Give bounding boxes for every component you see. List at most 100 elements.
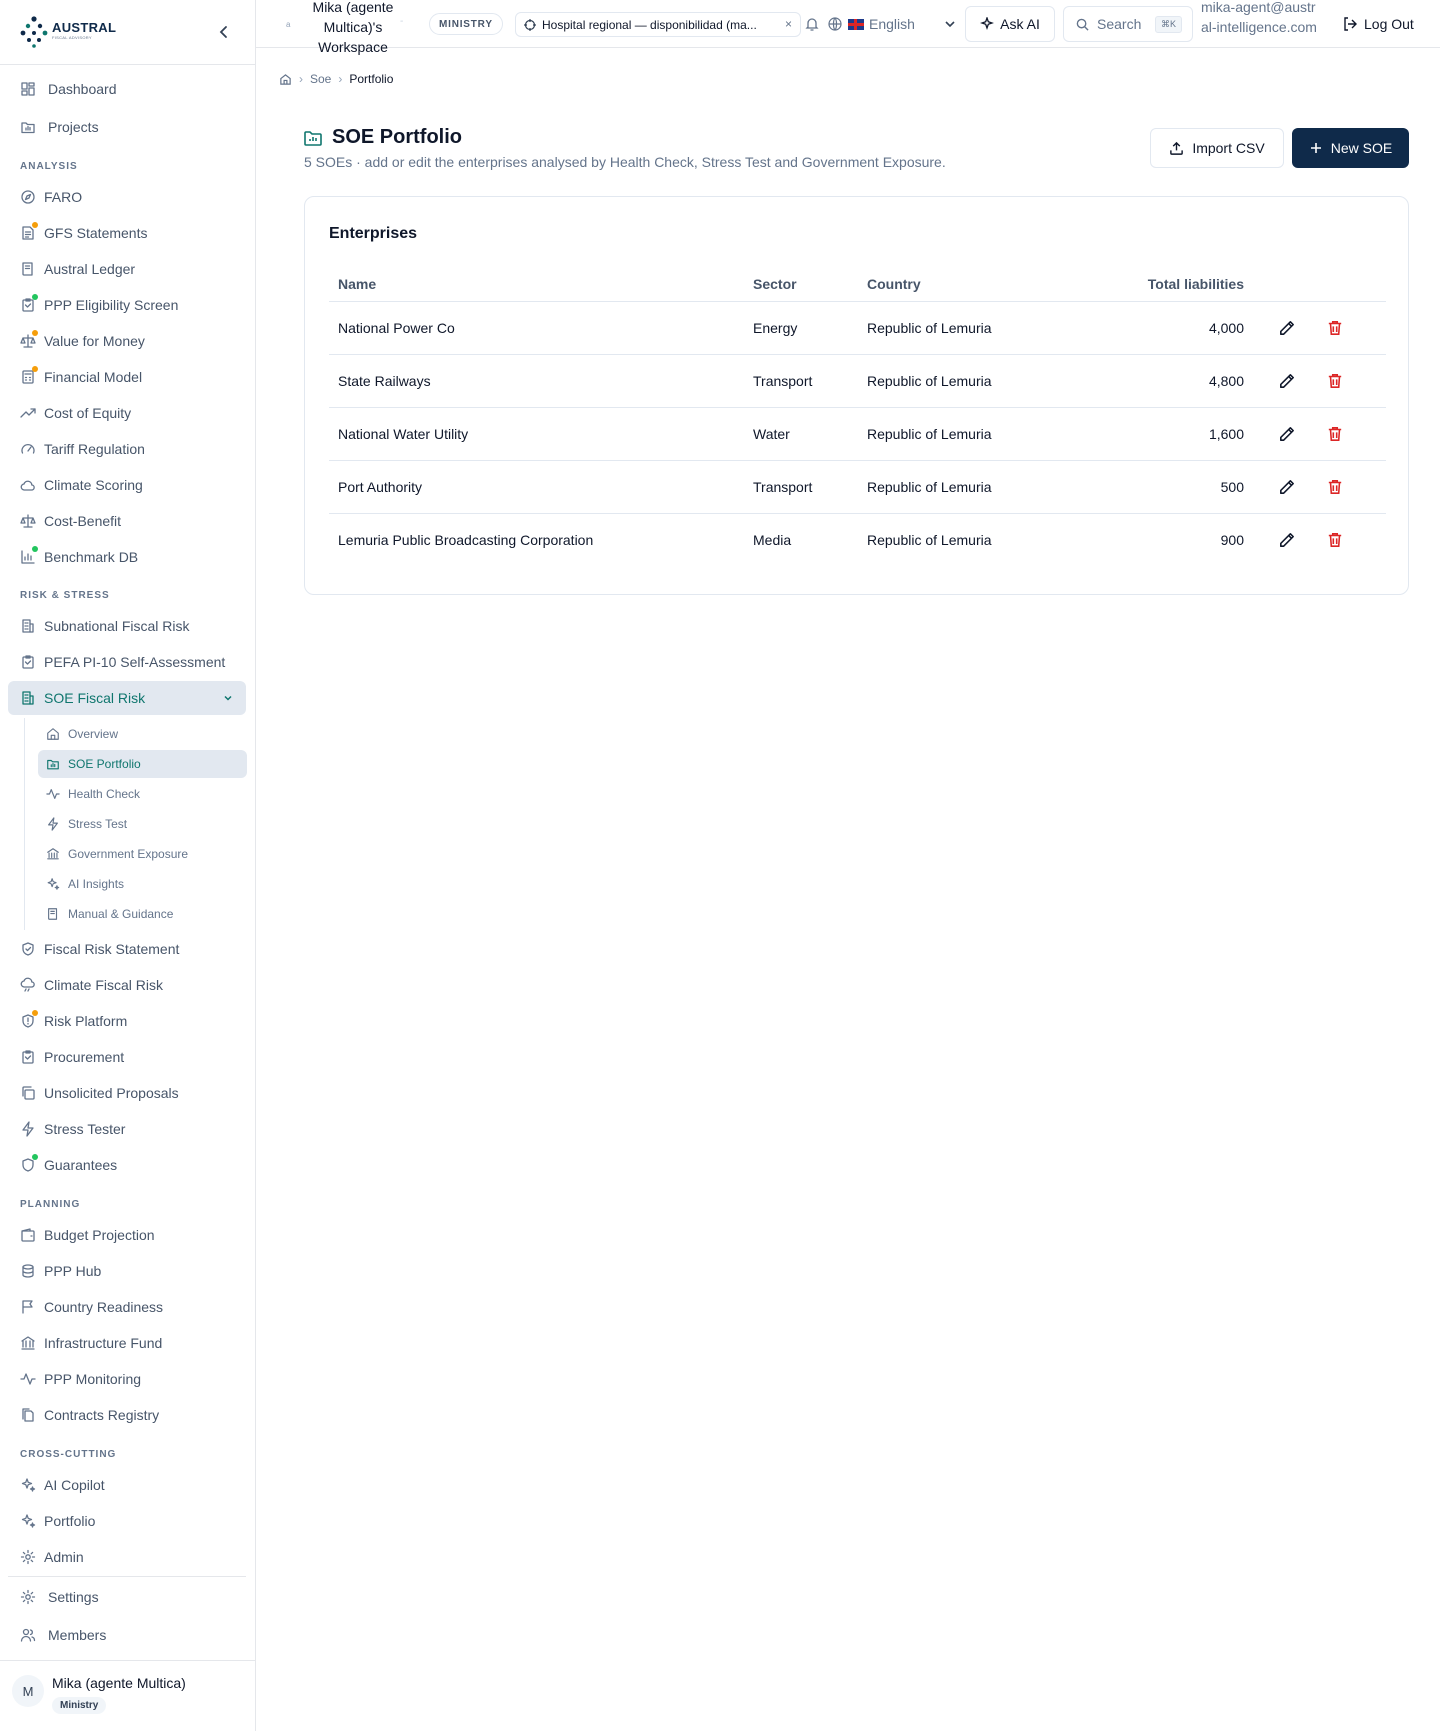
sidebar-item-austral-ledger[interactable]: Austral Ledger	[8, 252, 246, 286]
sidebar-item-settings[interactable]: Settings	[8, 1580, 246, 1614]
sidebar-item-label: GFS Statements	[44, 225, 148, 241]
submenu-item-label: Health Check	[68, 787, 141, 801]
sidebar-item-label: Settings	[48, 1589, 99, 1605]
cell-liabilities: 1,600	[1208, 426, 1244, 442]
table-row[interactable]: Lemuria Public Broadcasting Corporation M…	[329, 514, 1386, 567]
column-header-liabilities[interactable]: Total liabilities	[1104, 276, 1244, 292]
column-header-country[interactable]: Country	[867, 276, 921, 292]
sidebar-item-soe-fiscal-risk[interactable]: SOE Fiscal Risk	[8, 681, 246, 715]
sidebar-item-dashboard[interactable]: Dashboard	[8, 72, 246, 106]
ask-ai-label: Ask AI	[1000, 16, 1040, 32]
sidebar-item-portfolio[interactable]: Portfolio	[8, 1504, 246, 1538]
page-title: SOE Portfolio	[332, 126, 462, 148]
sidebar-item-projects[interactable]: Projects	[8, 110, 246, 144]
sidebar-item-subnational-fiscal-risk[interactable]: Subnational Fiscal Risk	[8, 609, 246, 643]
sidebar-item-ai-copilot[interactable]: AI Copilot	[8, 1468, 246, 1502]
sidebar-item-contracts-registry[interactable]: Contracts Registry	[8, 1398, 246, 1432]
file-icon	[20, 222, 38, 241]
edit-icon[interactable]	[1278, 478, 1298, 498]
sidebar-item-ppp-eligibility-screen[interactable]: PPP Eligibility Screen	[8, 288, 246, 322]
cell-sector: Transport	[753, 479, 813, 495]
sidebar-item-infrastructure-fund[interactable]: Infrastructure Fund	[8, 1326, 246, 1360]
wallet-icon	[20, 1227, 36, 1243]
sidebar-item-members[interactable]: Members	[8, 1618, 246, 1652]
home-icon[interactable]	[279, 73, 292, 86]
sidebar-item-benchmark-db[interactable]: Benchmark DB	[8, 540, 246, 574]
table-row[interactable]: State Railways Transport Republic of Lemur…	[329, 355, 1386, 408]
brand-header: AUSTRAL FISCAL ADVISORY	[0, 0, 256, 65]
trash-icon[interactable]	[1326, 478, 1346, 498]
sidebar-item-climate-scoring[interactable]: Climate Scoring	[8, 468, 246, 502]
sidebar-item-cost-of-equity[interactable]: Cost of Equity	[8, 396, 246, 430]
sidebar-item-budget-projection[interactable]: Budget Projection	[8, 1218, 246, 1252]
sidebar-item-cost-benefit[interactable]: Cost-Benefit	[8, 504, 246, 538]
import-csv-button[interactable]: Import CSV	[1150, 128, 1284, 168]
search-button[interactable]: Search ⌘K	[1063, 6, 1193, 42]
bell-icon[interactable]	[804, 16, 820, 32]
trend-icon	[20, 405, 36, 421]
sparkles-icon	[980, 17, 995, 30]
sidebar-item-guarantees[interactable]: Guarantees	[8, 1148, 246, 1182]
cell-name: National Power Co	[338, 320, 455, 336]
collapse-sidebar-icon[interactable]	[214, 22, 234, 42]
sidebar-item-ppp-monitoring[interactable]: PPP Monitoring	[8, 1362, 246, 1396]
language-select[interactable]: English	[848, 13, 956, 35]
table-row[interactable]: Port Authority Transport Republic of Lemur…	[329, 461, 1386, 514]
cell-country: Republic of Lemuria	[867, 532, 992, 548]
sidebar-item-pefa-pi-10-self-assessment[interactable]: PEFA PI-10 Self-Assessment	[8, 645, 246, 679]
cell-name: National Water Utility	[338, 426, 469, 442]
sidebar-item-tariff-regulation[interactable]: Tariff Regulation	[8, 432, 246, 466]
sidebar-item-label: Budget Projection	[44, 1227, 155, 1243]
shield-plain-icon	[20, 1154, 38, 1173]
target-icon	[524, 18, 536, 31]
submenu-item-stress-test[interactable]: Stress Test	[38, 810, 247, 838]
close-project-icon[interactable]: ×	[785, 17, 792, 31]
sidebar-item-procurement[interactable]: Procurement	[8, 1040, 246, 1074]
user-profile[interactable]: M Mika (agente Multica) Ministry	[0, 1660, 256, 1731]
sidebar-item-faro[interactable]: FARO	[8, 180, 246, 214]
trash-icon[interactable]	[1326, 372, 1346, 392]
edit-icon[interactable]	[1278, 531, 1298, 551]
new-soe-button[interactable]: New SOE	[1292, 128, 1409, 168]
trash-icon[interactable]	[1326, 425, 1346, 445]
sidebar-item-fiscal-risk-statement[interactable]: Fiscal Risk Statement	[8, 932, 246, 966]
edit-icon[interactable]	[1278, 319, 1298, 339]
ask-ai-button[interactable]: Ask AI	[965, 6, 1055, 42]
project-selector[interactable]: Hospital regional — disponibilidad (ma..…	[515, 12, 801, 37]
sidebar-item-value-for-money[interactable]: Value for Money	[8, 324, 246, 358]
sidebar-item-financial-model[interactable]: Financial Model	[8, 360, 246, 394]
trash-icon[interactable]	[1326, 531, 1346, 551]
workspace-name[interactable]: Mika (agente Multica)'s Workspace	[298, 0, 408, 57]
sidebar-item-gfs-statements[interactable]: GFS Statements	[8, 216, 246, 250]
submenu-item-soe-portfolio[interactable]: SOE Portfolio	[38, 750, 247, 778]
sidebar-item-stress-tester[interactable]: Stress Tester	[8, 1112, 246, 1146]
sidebar-item-admin[interactable]: Admin	[8, 1540, 246, 1574]
calculator-icon	[20, 366, 38, 385]
submenu-item-government-exposure[interactable]: Government Exposure	[38, 840, 247, 868]
sidebar-item-ppp-hub[interactable]: PPP Hub	[8, 1254, 246, 1288]
column-header-sector[interactable]: Sector	[753, 276, 797, 292]
table-row[interactable]: National Water Utility Water Republic of L…	[329, 408, 1386, 461]
logout-button[interactable]: Log Out	[1342, 13, 1414, 35]
sidebar-item-unsolicited-proposals[interactable]: Unsolicited Proposals	[8, 1076, 246, 1110]
edit-icon[interactable]	[1278, 372, 1298, 392]
sidebar-item-country-readiness[interactable]: Country Readiness	[8, 1290, 246, 1324]
cell-sector: Media	[753, 532, 792, 548]
sidebar-item-label: PPP Hub	[44, 1263, 102, 1279]
austral-logo-icon	[20, 16, 48, 48]
submenu-item-health-check[interactable]: Health Check	[38, 780, 247, 808]
trash-icon[interactable]	[1326, 319, 1346, 339]
submenu-item-ai-insights[interactable]: AI Insights	[38, 870, 247, 898]
sidebar-item-risk-platform[interactable]: Risk Platform	[8, 1004, 246, 1038]
search-label: Search	[1097, 16, 1142, 32]
table-row[interactable]: National Power Co Energy Republic of Lemur…	[329, 302, 1386, 355]
sidebar-item-climate-fiscal-risk[interactable]: Climate Fiscal Risk	[8, 968, 246, 1002]
flag-icon	[20, 1299, 36, 1315]
breadcrumb-soe[interactable]: Soe	[310, 72, 331, 86]
cell-sector: Transport	[753, 373, 813, 389]
edit-icon[interactable]	[1278, 425, 1298, 445]
submenu-item-manual-guidance[interactable]: Manual & Guidance	[38, 900, 247, 928]
column-header-name[interactable]: Name	[338, 276, 376, 292]
language-label: English	[869, 16, 915, 32]
submenu-item-overview[interactable]: Overview	[38, 720, 247, 748]
